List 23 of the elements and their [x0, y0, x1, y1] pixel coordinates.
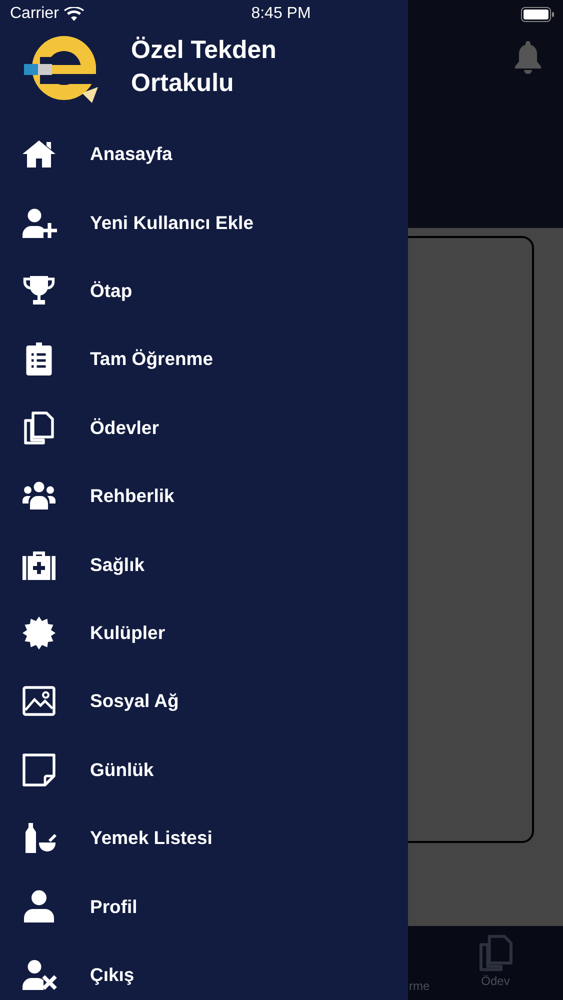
menu-item[interactable]: Sağlık — [0, 530, 408, 599]
starburst-icon — [21, 614, 57, 651]
menu-item[interactable]: Profil — [0, 872, 408, 941]
bell-icon[interactable] — [514, 41, 542, 74]
menu-item[interactable]: Yeni Kullanıcı Ekle — [0, 188, 408, 257]
carrier-label: Carrier — [10, 4, 59, 24]
menu-item[interactable]: Günlük — [0, 736, 408, 804]
battery-icon — [521, 7, 555, 22]
menu-item[interactable]: Ötap — [0, 256, 408, 326]
menu-item[interactable]: Çıkış — [0, 940, 408, 1000]
user-icon — [21, 888, 57, 924]
menu-item[interactable]: Sosyal Ağ — [0, 667, 408, 736]
school-name: Özel Tekden Ortakulu — [131, 35, 278, 99]
menu-item[interactable]: Anasayfa — [0, 120, 408, 188]
menu-item[interactable]: Ödevler — [0, 394, 408, 462]
menu-item[interactable]: Kulüpler — [0, 598, 408, 668]
wifi-icon — [64, 6, 84, 22]
menu-item[interactable]: Rehberlik — [0, 462, 408, 530]
clock-label: 8:45 PM — [250, 4, 312, 24]
menu-item[interactable]: Yemek Listesi — [0, 804, 408, 872]
copy-icon — [21, 410, 57, 446]
menu-item[interactable]: Tam Öğrenme — [0, 325, 408, 394]
note-icon — [21, 752, 57, 788]
